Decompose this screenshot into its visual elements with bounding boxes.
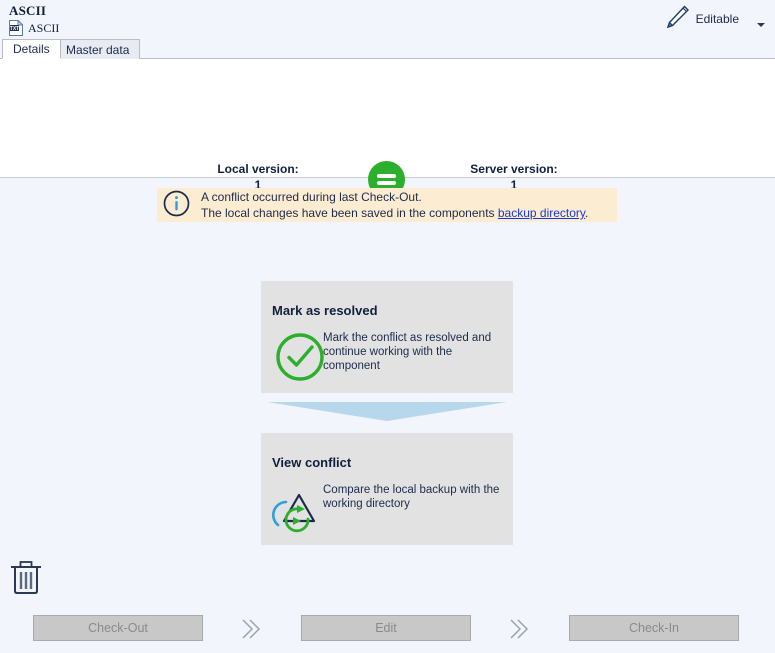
view-conflict-description: Compare the local backup with the workin… (323, 484, 500, 510)
page-title: ASCII (9, 3, 47, 18)
info-icon (163, 190, 190, 220)
edit-state-indicator[interactable]: Editable (662, 2, 739, 35)
server-version-title: Server version: (470, 162, 558, 176)
window-header: ASCII TXT ASCII Editable (0, 0, 775, 38)
file-identity: TXT ASCII (9, 19, 60, 36)
text-file-icon: TXT (9, 19, 24, 36)
edit-label: Edit (375, 621, 397, 635)
check-out-button[interactable]: Check-Out (33, 615, 203, 641)
check-circle-icon[interactable] (272, 329, 328, 385)
svg-text:TXT: TXT (10, 26, 19, 32)
backup-directory-link[interactable]: backup directory (498, 206, 585, 220)
trash-icon[interactable] (8, 558, 44, 598)
edit-state-label: Editable (695, 11, 739, 26)
tab-details-label: Details (13, 42, 50, 56)
mark-as-resolved-card[interactable]: Mark as resolved Mark the conflict as re… (261, 281, 513, 393)
local-version-title: Local version: (217, 162, 299, 176)
file-label: ASCII (28, 20, 60, 35)
banner-line-2: The local changes have been saved in the… (201, 205, 588, 221)
version-comparison-panel: Local version: 1 12.10.2022 12:35 Server… (0, 59, 775, 208)
flow-arrow-down-icon (261, 399, 513, 425)
conflict-notification-banner: A conflict occurred during last Check-Ou… (157, 188, 617, 222)
view-conflict-card[interactable]: View conflict Compare the local backup w… (261, 433, 513, 545)
mark-as-resolved-title: Mark as resolved (272, 303, 378, 318)
mark-as-resolved-description: Mark the conflict as resolved and contin… (323, 332, 492, 372)
pencil-icon (662, 2, 692, 35)
chevron-down-icon[interactable] (757, 23, 765, 27)
check-in-label: Check-In (628, 621, 680, 635)
tab-details[interactable]: Details (2, 39, 61, 59)
double-chevron-right-icon-2 (506, 617, 532, 641)
tab-master-data[interactable]: Master data (55, 39, 141, 59)
banner-line-2-prefix: The local changes have been saved in the… (201, 206, 498, 220)
workflow-button-row: Check-Out Edit Check-In (0, 615, 775, 641)
banner-line-1: A conflict occurred during last Check-Ou… (201, 190, 422, 204)
check-in-button[interactable]: Check-In (569, 615, 739, 641)
compare-conflict-icon[interactable] (272, 481, 328, 537)
tab-bar: Details Master data (0, 38, 775, 59)
tab-master-data-label: Master data (66, 42, 130, 57)
check-out-label: Check-Out (88, 621, 148, 635)
edit-button[interactable]: Edit (301, 615, 471, 641)
double-chevron-right-icon (238, 617, 264, 641)
view-conflict-title: View conflict (272, 455, 352, 470)
banner-text: A conflict occurred during last Check-Ou… (201, 189, 588, 221)
banner-line-2-suffix: . (585, 206, 589, 220)
